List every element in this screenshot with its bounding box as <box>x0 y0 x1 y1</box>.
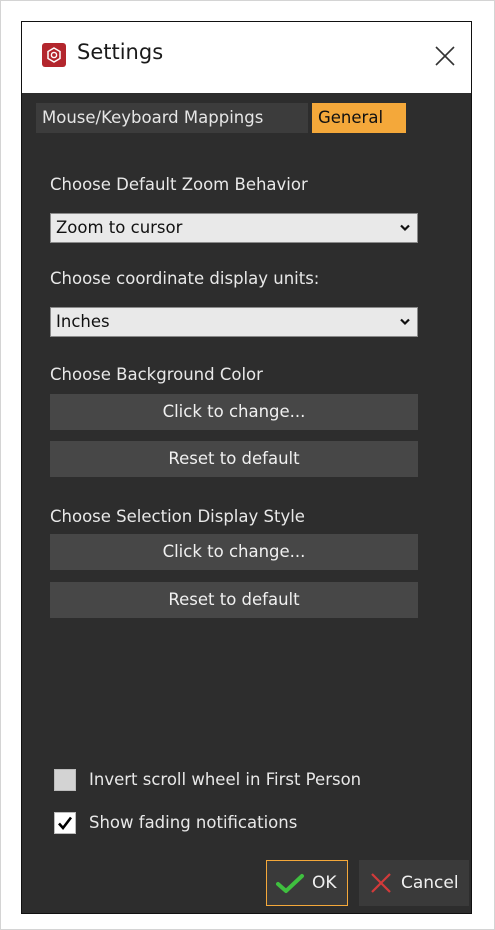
close-icon <box>435 46 455 66</box>
background-color-label: Choose Background Color <box>50 365 263 384</box>
background-color-change-button[interactable]: Click to change... <box>50 394 418 430</box>
zoom-behavior-label: Choose Default Zoom Behavior <box>50 175 308 194</box>
fading-notifications-checkbox[interactable] <box>54 812 76 834</box>
invert-scroll-checkbox[interactable] <box>54 769 76 791</box>
zoom-behavior-select[interactable]: Zoom to cursor <box>50 213 418 243</box>
tab-general[interactable]: General <box>312 103 406 133</box>
selection-style-reset-button[interactable]: Reset to default <box>50 582 418 618</box>
title-bar: Settings <box>22 22 471 93</box>
ok-label: OK <box>312 873 337 893</box>
selection-style-label: Choose Selection Display Style <box>50 507 305 526</box>
settings-window: Settings Mouse/Keyboard Mappings General… <box>21 21 472 914</box>
window-title: Settings <box>77 40 164 64</box>
close-button[interactable] <box>431 42 459 70</box>
checkmark-icon <box>58 816 73 831</box>
zoom-behavior-value: Zoom to cursor <box>56 218 183 237</box>
chevron-down-icon <box>400 224 410 232</box>
chevron-down-icon <box>400 318 410 326</box>
check-icon <box>276 874 304 893</box>
background-color-reset-button[interactable]: Reset to default <box>50 441 418 477</box>
coordinate-units-label: Choose coordinate display units: <box>50 269 320 288</box>
fading-notifications-label: Show fading notifications <box>89 813 298 832</box>
cancel-label: Cancel <box>401 873 459 893</box>
coordinate-units-select[interactable]: Inches <box>50 307 418 337</box>
coordinate-units-value: Inches <box>56 312 110 331</box>
cancel-button[interactable]: Cancel <box>359 860 469 906</box>
tab-mouse-keyboard-mappings[interactable]: Mouse/Keyboard Mappings <box>36 103 308 133</box>
cancel-x-icon <box>371 873 391 893</box>
invert-scroll-label: Invert scroll wheel in First Person <box>89 770 362 789</box>
app-logo-icon <box>42 43 66 67</box>
ok-button[interactable]: OK <box>266 860 348 906</box>
selection-style-change-button[interactable]: Click to change... <box>50 534 418 570</box>
